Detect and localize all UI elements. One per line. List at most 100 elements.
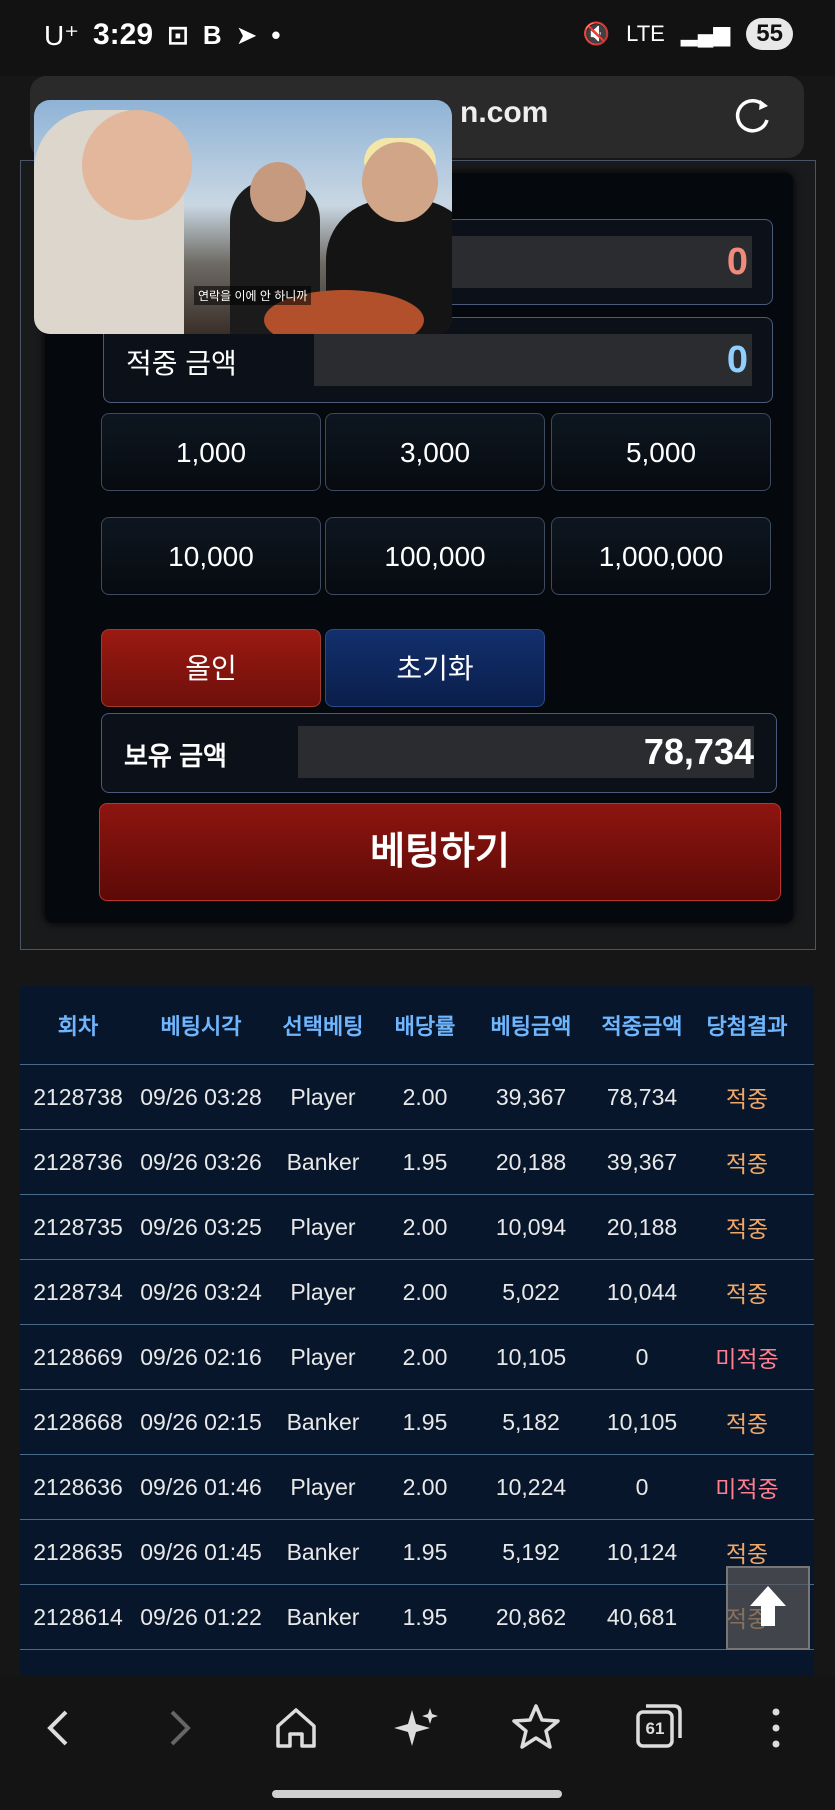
- win-amount-cell: 10,044: [606, 1278, 678, 1305]
- chip-1000-button[interactable]: 1,000: [101, 413, 321, 491]
- bet-amount-cell: 5,022: [502, 1278, 560, 1305]
- win-amount-cell: 40,681: [606, 1603, 678, 1630]
- table-body: 2128738 09/26 03:28 Player 2.00 39,367 78,734…: [20, 1065, 814, 1650]
- odds-cell: 1.95: [402, 1408, 448, 1435]
- result-cell: 미적중: [715, 1476, 779, 1502]
- place-bet-button[interactable]: 베팅하기: [99, 803, 781, 901]
- gesture-home-bar[interactable]: [272, 1790, 562, 1798]
- odds-cell: 1.95: [402, 1603, 448, 1630]
- round-cell: 2128735: [33, 1213, 123, 1240]
- round-cell: 2128635: [33, 1538, 123, 1565]
- odds-cell: 1.95: [402, 1148, 448, 1175]
- table-row: 2128614 09/26 01:22 Banker 1.95 20,862 40,681…: [20, 1585, 814, 1650]
- win-amount-label: 적중 금액: [126, 348, 237, 379]
- selection-cell: Player: [290, 1278, 356, 1305]
- url-text[interactable]: n.com: [460, 96, 548, 130]
- bet-amount-cell: 10,224: [495, 1473, 567, 1500]
- table-row: 2128669 09/26 02:16 Player 2.00 10,105 0 미적중: [20, 1325, 814, 1390]
- person-head: [362, 142, 438, 222]
- round-cell: 2128668: [33, 1408, 123, 1435]
- result-cell: 적중: [725, 1281, 769, 1307]
- selection-cell: Banker: [286, 1148, 360, 1175]
- sparkle-icon[interactable]: [386, 1698, 446, 1758]
- bet-history-table: 회차 베팅시각 선택베팅 배당률 베팅금액 적중금액 당첨결과 2128738 0…: [20, 986, 814, 1676]
- header-win-amount: 적중금액: [601, 1014, 683, 1039]
- bet-time-cell: 09/26 03:26: [140, 1148, 262, 1175]
- header-result: 당첨결과: [706, 1014, 788, 1039]
- odds-cell: 2.00: [402, 1278, 448, 1305]
- selection-cell: Banker: [286, 1538, 360, 1565]
- bet-time-cell: 09/26 01:45: [140, 1538, 262, 1565]
- person-head: [250, 162, 306, 222]
- bet-time-cell: 09/26 03:28: [140, 1083, 262, 1110]
- table-row: 2128738 09/26 03:28 Player 2.00 39,367 78,734…: [20, 1065, 814, 1130]
- signal-icon: ▂▄▆: [680, 21, 731, 46]
- bet-amount-cell: 5,192: [502, 1538, 560, 1565]
- selection-cell: Player: [290, 1343, 356, 1370]
- bet-time-cell: 09/26 03:24: [140, 1278, 262, 1305]
- bookmark-star-icon[interactable]: [506, 1698, 566, 1758]
- more-menu-icon[interactable]: [746, 1698, 806, 1758]
- network-type: LTE: [626, 21, 665, 46]
- table-row: 2128736 09/26 03:26 Banker 1.95 20,188 39,367…: [20, 1130, 814, 1195]
- selection-cell: Player: [290, 1473, 356, 1500]
- battery-indicator: 55: [746, 18, 793, 50]
- pip-video[interactable]: 연락을 이에 안 하니까: [34, 100, 452, 334]
- result-cell: 적중: [725, 1411, 769, 1437]
- chip-10000-button[interactable]: 10,000: [101, 517, 321, 595]
- bet-amount-cell: 20,862: [495, 1603, 567, 1630]
- odds-cell: 1.95: [402, 1538, 448, 1565]
- notification-dot-icon: •: [271, 19, 281, 50]
- selection-cell: Banker: [286, 1603, 360, 1630]
- table-row: 2128668 09/26 02:15 Banker 1.95 5,182 10,105 적…: [20, 1390, 814, 1455]
- win-amount-cell: 10,124: [606, 1538, 678, 1565]
- person-head: [82, 110, 192, 220]
- status-bar: U⁺ 3:29 ⊡ B ➤ • 🔇 LTE ▂▄▆ 55: [0, 0, 835, 76]
- reload-icon[interactable]: [730, 94, 774, 138]
- reset-button[interactable]: 초기화: [325, 629, 545, 707]
- bet-amount-cell: 10,105: [495, 1343, 567, 1370]
- win-amount-cell: 10,105: [606, 1408, 678, 1435]
- chip-5000-button[interactable]: 5,000: [551, 413, 771, 491]
- win-amount-value: 0: [314, 334, 752, 386]
- win-amount-cell: 20,188: [606, 1213, 678, 1240]
- chip-100000-button[interactable]: 100,000: [325, 517, 545, 595]
- clock: 3:29: [93, 18, 154, 51]
- round-cell: 2128738: [33, 1083, 123, 1110]
- round-cell: 2128614: [33, 1603, 123, 1630]
- round-cell: 2128669: [33, 1343, 123, 1370]
- table-row: 2128635 09/26 01:45 Banker 1.95 5,192 10,124 적…: [20, 1520, 814, 1585]
- telegram-icon: ➤: [235, 19, 258, 50]
- forward-icon[interactable]: [150, 1698, 210, 1758]
- odds-cell: 2.00: [402, 1083, 448, 1110]
- bet-time-cell: 09/26 02:16: [140, 1343, 262, 1370]
- back-icon[interactable]: [28, 1698, 88, 1758]
- selection-cell: Player: [290, 1083, 356, 1110]
- selection-cell: Player: [290, 1213, 356, 1240]
- selection-cell: Banker: [286, 1408, 360, 1435]
- result-cell: 적중: [725, 1151, 769, 1177]
- balance-value: 78,734: [298, 726, 754, 778]
- screenshot-icon: ⊡: [167, 19, 189, 50]
- result-cell: 적중: [725, 1086, 769, 1112]
- header-selection: 선택베팅: [282, 1014, 364, 1039]
- round-cell: 2128734: [33, 1278, 123, 1305]
- bet-amount-cell: 10,094: [495, 1213, 567, 1240]
- bet-time-cell: 09/26 03:25: [140, 1213, 262, 1240]
- b-app-icon: B: [202, 19, 222, 50]
- odds-cell: 2.00: [402, 1343, 448, 1370]
- home-icon[interactable]: [266, 1698, 326, 1758]
- bet-time-cell: 09/26 01:22: [140, 1603, 262, 1630]
- chip-3000-button[interactable]: 3,000: [325, 413, 545, 491]
- round-cell: 2128636: [33, 1473, 123, 1500]
- chip-1000000-button[interactable]: 1,000,000: [551, 517, 771, 595]
- tabs-button[interactable]: 61: [628, 1698, 688, 1758]
- scroll-to-top-button[interactable]: [726, 1566, 810, 1650]
- header-round: 회차: [57, 1014, 99, 1039]
- result-cell: 적중: [725, 1541, 769, 1567]
- table-row: 2128735 09/26 03:25 Player 2.00 10,094 20,188…: [20, 1195, 814, 1260]
- all-in-button[interactable]: 올인: [101, 629, 321, 707]
- result-cell: 적중: [725, 1216, 769, 1242]
- arrow-up-icon: [750, 1586, 786, 1626]
- bet-time-cell: 09/26 01:46: [140, 1473, 262, 1500]
